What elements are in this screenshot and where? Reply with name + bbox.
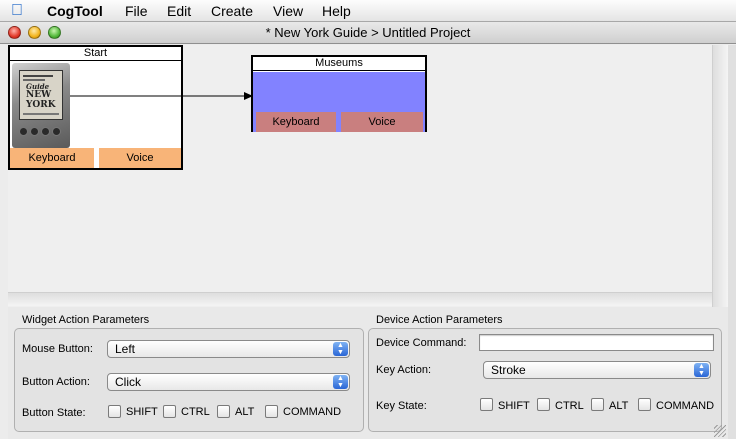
mouse-button-select[interactable]: Left ▲ ▼ [107,340,350,358]
menu-view[interactable]: View [273,3,303,19]
widget-params-title: Widget Action Parameters [22,314,150,326]
button-action-label: Button Action: [22,376,90,388]
key-shift-checkbox[interactable] [480,398,493,411]
mouse-button-label: Mouse Button: [22,343,93,355]
popup-arrows-icon: ▲ ▼ [333,342,348,356]
key-alt-label: ALT [609,400,629,412]
project-window: * New York Guide > Untitled Project Star… [0,22,736,439]
key-command-checkbox[interactable] [638,398,651,411]
apple-icon[interactable]:  [11,2,23,20]
menu-help[interactable]: Help [322,3,351,19]
menu-edit[interactable]: Edit [167,3,191,19]
key-action-select[interactable]: Stroke ▲ ▼ [483,361,711,379]
window-titlebar[interactable]: * New York Guide > Untitled Project [0,22,736,44]
key-action-value: Stroke [491,363,526,377]
screen-new-text: NEW [26,90,52,100]
alt-label: ALT [235,406,255,418]
shift-label: SHIFT [126,406,158,418]
menu-app-cogtool[interactable]: CogTool [47,3,103,19]
button-action-select[interactable]: Click ▲ ▼ [107,373,350,391]
shift-checkbox[interactable] [108,405,121,418]
museums-voice-button[interactable]: Voice [341,112,423,132]
alt-checkbox[interactable] [217,405,230,418]
device-hard-buttons [19,125,63,139]
popup-arrows-icon: ▲ ▼ [694,363,709,377]
key-alt-checkbox[interactable] [591,398,604,411]
widget-params-group: Mouse Button: Left ▲ ▼ Button Action: Cli… [14,328,364,432]
button-action-value: Click [115,375,141,389]
menu-bar:  CogTool File Edit Create View Help [0,0,736,22]
window-title: * New York Guide > Untitled Project [265,25,471,40]
museums-widget-area[interactable] [253,72,425,112]
command-checkbox[interactable] [265,405,278,418]
menu-create[interactable]: Create [211,3,253,19]
canvas-horizontal-scrollbar[interactable] [8,292,712,306]
key-shift-label: SHIFT [498,400,530,412]
device-command-field[interactable] [479,334,714,351]
ctrl-checkbox[interactable] [163,405,176,418]
design-canvas[interactable]: Start Guide NEW YORK Keyboard Voice Muse… [8,45,712,312]
button-state-label: Button State: [22,407,86,419]
device-screen[interactable]: Guide NEW YORK [19,70,63,120]
device-command-label: Device Command: [376,337,467,349]
frame-museums[interactable]: Museums Keyboard Voice [251,55,427,132]
pda-device-image: Guide NEW YORK [12,63,70,148]
resize-grip-icon[interactable] [714,425,726,437]
ctrl-label: CTRL [181,406,210,418]
museums-device-bar: Keyboard Voice [253,112,425,132]
transition-arrow[interactable] [70,92,254,100]
screen-york-text: YORK [26,100,56,110]
start-voice-button[interactable]: Voice [99,148,181,168]
key-command-label: COMMAND [656,400,715,412]
museums-keyboard-button[interactable]: Keyboard [256,112,336,132]
menu-file[interactable]: File [125,3,148,19]
device-params-group: Device Command: Key Action: Stroke ▲ ▼ Ke… [368,328,722,432]
canvas-vertical-scrollbar[interactable] [712,45,728,312]
key-ctrl-label: CTRL [555,400,584,412]
frame-start[interactable]: Start Guide NEW YORK Keyboard Voice [8,45,253,170]
frame-title: Museums [253,57,425,71]
command-label: COMMAND [283,406,342,418]
start-keyboard-button[interactable]: Keyboard [10,148,94,168]
key-action-label: Key Action: [376,364,432,376]
frame-title: Start [10,47,181,61]
popup-arrows-icon: ▲ ▼ [333,375,348,389]
key-state-label: Key State: [376,400,427,412]
device-params-title: Device Action Parameters [376,314,503,326]
mouse-button-value: Left [115,342,136,356]
key-ctrl-checkbox[interactable] [537,398,550,411]
parameters-area: Widget Action Parameters Mouse Button: L… [8,307,728,439]
